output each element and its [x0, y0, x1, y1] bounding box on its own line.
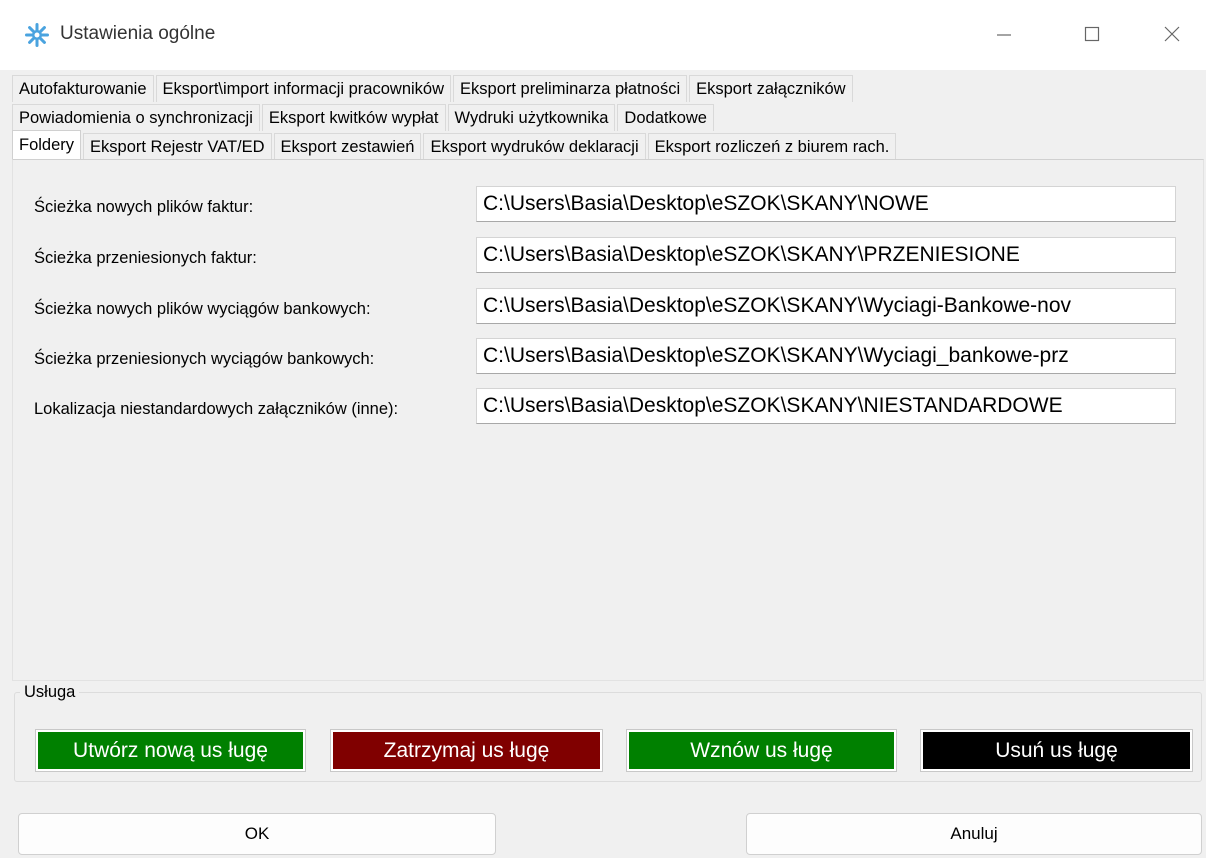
create-service-button[interactable]: Utwórz nową us ługę — [36, 730, 305, 771]
new-bank-statements-path-label: Ścieżka nowych plików wyciągów bankowych… — [34, 300, 371, 318]
tab-row-1: Autofakturowanie Eksport\import informac… — [12, 72, 855, 102]
tab-eksport-preliminarza[interactable]: Eksport preliminarza płatności — [453, 75, 688, 102]
new-invoices-path-input[interactable] — [476, 186, 1176, 222]
moved-bank-statements-path-label: Ścieżka przeniesionych wyciągów bankowyc… — [34, 350, 375, 368]
tab-powiadomienia[interactable]: Powiadomienia o synchronizacji — [12, 104, 260, 131]
maximize-icon — [1084, 26, 1100, 42]
tab-eksport-rejestr-vat[interactable]: Eksport Rejestr VAT/ED — [83, 133, 272, 160]
new-invoices-path-label: Ścieżka nowych plików faktur: — [34, 198, 254, 216]
ok-button[interactable]: OK — [18, 813, 496, 855]
minimize-button[interactable] — [982, 14, 1026, 54]
service-group-title: Usługa — [20, 683, 80, 702]
moved-invoices-path-label: Ścieżka przeniesionych faktur: — [34, 249, 257, 267]
tab-eksport-wydrukow-deklaracji[interactable]: Eksport wydruków deklaracji — [423, 133, 646, 160]
folders-panel: Ścieżka nowych plików faktur: Ścieżka pr… — [12, 159, 1204, 681]
tab-eksport-kwitkow[interactable]: Eksport kwitków wypłat — [261, 104, 446, 131]
close-icon — [1164, 26, 1180, 42]
title-bar: Ustawienia ogólne — [0, 0, 1206, 70]
maximize-button[interactable] — [1070, 14, 1114, 54]
tab-dodatkowe[interactable]: Dodatkowe — [617, 104, 714, 131]
custom-attachments-path-input[interactable] — [476, 388, 1176, 424]
tab-eksport-import-pracownikow[interactable]: Eksport\import informacji pracowników — [155, 75, 452, 102]
tab-eksport-zalacznikow[interactable]: Eksport załączników — [689, 75, 853, 102]
delete-service-button[interactable]: Usuń us ługę — [921, 730, 1192, 771]
cancel-button[interactable]: Anuluj — [746, 813, 1202, 855]
tab-eksport-zestawien[interactable]: Eksport zestawień — [273, 133, 422, 160]
tab-foldery[interactable]: Foldery — [12, 130, 82, 160]
moved-invoices-path-input[interactable] — [476, 237, 1176, 273]
close-button[interactable] — [1150, 14, 1194, 54]
tab-row-2: Powiadomienia o synchronizacji Eksport k… — [12, 101, 716, 131]
tab-autofakturowanie[interactable]: Autofakturowanie — [12, 75, 154, 102]
minimize-icon — [997, 34, 1011, 36]
window-title: Ustawienia ogólne — [60, 23, 216, 44]
stop-service-button[interactable]: Zatrzymaj us ługę — [331, 730, 602, 771]
gear-asterisk-icon — [24, 22, 50, 48]
tab-wydruki-uzytkownika[interactable]: Wydruki użytkownika — [447, 104, 616, 131]
tab-row-3: Foldery Eksport Rejestr VAT/ED Eksport z… — [12, 130, 898, 160]
moved-bank-statements-path-input[interactable] — [476, 338, 1176, 374]
tab-eksport-rozliczen[interactable]: Eksport rozliczeń z biurem rach. — [647, 133, 897, 160]
custom-attachments-path-label: Lokalizacja niestandardowych załączników… — [34, 400, 399, 418]
resume-service-button[interactable]: Wznów us ługę — [627, 730, 896, 771]
new-bank-statements-path-input[interactable] — [476, 288, 1176, 324]
